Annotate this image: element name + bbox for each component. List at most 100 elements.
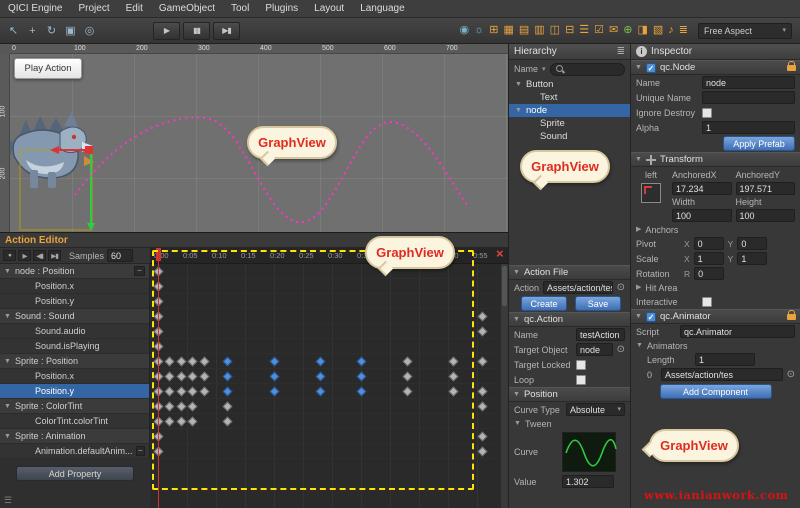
- lock-icon[interactable]: [787, 65, 796, 71]
- menu-item-tool[interactable]: Tool: [231, 3, 249, 14]
- timeline[interactable]: 0:000:050:100:150:200:250:300:350:400:45…: [150, 248, 508, 508]
- anchored-y-input[interactable]: 197.571: [736, 182, 796, 195]
- alpha-input[interactable]: 1: [702, 121, 795, 134]
- expand-icon[interactable]: ▶: [636, 284, 641, 291]
- close-icon[interactable]: ×: [496, 246, 504, 261]
- pause-button[interactable]: ▮▮: [183, 22, 210, 40]
- ignore-destroy-checkbox[interactable]: [702, 108, 712, 118]
- samples-input[interactable]: 60: [107, 249, 133, 262]
- component-enabled-checkbox[interactable]: ✓: [646, 63, 656, 73]
- object-picker-icon[interactable]: ⊙: [787, 369, 795, 380]
- menu-item-gameobject[interactable]: GameObject: [159, 3, 215, 14]
- track-row-2[interactable]: Position.y: [0, 294, 149, 309]
- collapse-icon[interactable]: ▼: [513, 391, 520, 398]
- play-action-button[interactable]: Play Action: [14, 58, 82, 79]
- track-row-10[interactable]: ColorTint.colorTint: [0, 414, 149, 429]
- collapse-icon[interactable]: ▼: [514, 420, 521, 427]
- playhead[interactable]: [158, 248, 159, 508]
- apply-prefab-button[interactable]: Apply Prefab: [723, 136, 795, 151]
- tween-curve-preview[interactable]: [562, 432, 616, 472]
- unique-name-input[interactable]: [702, 91, 795, 104]
- position-section-header[interactable]: ▼ Position: [509, 387, 630, 402]
- aspect-ratio-dropdown[interactable]: Free Aspect ▾: [698, 23, 792, 39]
- pattern-icon[interactable]: ▧: [653, 25, 663, 36]
- light-icon[interactable]: ☼: [474, 25, 484, 36]
- scale-x-input[interactable]: 1: [694, 252, 724, 265]
- track-row-9[interactable]: ▼Sprite : ColorTint: [0, 399, 149, 414]
- track-row-5[interactable]: Sound.isPlaying: [0, 339, 149, 354]
- qc-animator-section-header[interactable]: ▼ ✓ qc.Animator: [631, 309, 800, 324]
- hierarchy-item-sprite[interactable]: Sprite: [509, 117, 630, 130]
- qc-node-section-header[interactable]: ▼ ✓ qc.Node: [631, 60, 800, 75]
- timeline-row[interactable]: [150, 414, 508, 429]
- next-key-button[interactable]: ▶▮: [48, 250, 61, 261]
- scale-tool-icon[interactable]: ▣: [61, 22, 80, 40]
- add-icon[interactable]: ⊕: [623, 25, 632, 36]
- columns-icon[interactable]: ▥: [534, 25, 544, 36]
- curve-type-dropdown[interactable]: Absolute ▾: [566, 403, 625, 416]
- timeline-row[interactable]: [150, 279, 508, 294]
- collapse-icon[interactable]: ▼: [513, 316, 520, 323]
- height-input[interactable]: 100: [736, 209, 796, 222]
- timeline-row[interactable]: [150, 264, 508, 279]
- collapse-icon[interactable]: ⊟: [565, 25, 574, 36]
- step-button[interactable]: ▶▮: [213, 22, 240, 40]
- pivot-tool-icon[interactable]: ◎: [80, 22, 99, 40]
- expand-icon[interactable]: ▼: [4, 433, 12, 440]
- menu-item-plugins[interactable]: Plugins: [265, 3, 298, 14]
- object-picker-icon[interactable]: ⊙: [617, 344, 625, 355]
- track-row-4[interactable]: Sound.audio: [0, 324, 149, 339]
- timeline-scrollbar[interactable]: [500, 264, 508, 508]
- add-component-button[interactable]: Add Component: [660, 384, 772, 399]
- track-row-7[interactable]: Position.x: [0, 369, 149, 384]
- list-icon[interactable]: ☰: [579, 25, 589, 36]
- target-object-field[interactable]: node: [576, 343, 613, 356]
- timeline-row[interactable]: [150, 339, 508, 354]
- expand-icon[interactable]: ▼: [4, 313, 12, 320]
- timeline-row[interactable]: [150, 399, 508, 414]
- rotate-tool-icon[interactable]: ↻: [42, 22, 61, 40]
- menu-icon[interactable]: ≣: [679, 25, 688, 36]
- action-file-header[interactable]: ▼ Action File: [509, 265, 630, 280]
- script-field[interactable]: qc.Animator: [680, 325, 795, 338]
- hierarchy-item-button[interactable]: ▼Button: [509, 78, 630, 91]
- list-options-icon[interactable]: ≣: [617, 46, 625, 57]
- expand-icon[interactable]: ▼: [515, 107, 523, 114]
- rows-icon[interactable]: ▤: [519, 25, 529, 36]
- expand-icon[interactable]: ▼: [4, 268, 12, 275]
- anchor-preset-box[interactable]: [641, 183, 661, 203]
- timeline-row[interactable]: [150, 444, 508, 459]
- animator-asset-field[interactable]: Assets/action/tes: [661, 368, 783, 381]
- hierarchy-item-text[interactable]: Text: [509, 91, 630, 104]
- timeline-row[interactable]: [150, 429, 508, 444]
- panel-right-icon[interactable]: ◨: [637, 25, 647, 36]
- prev-key-button[interactable]: ◀▮: [33, 250, 46, 261]
- expand-icon[interactable]: ▼: [515, 81, 523, 88]
- track-row-12[interactable]: Animation.defaultAnim...−: [0, 444, 149, 459]
- track-row-8[interactable]: Position.y: [0, 384, 149, 399]
- menu-item-project[interactable]: Project: [78, 3, 109, 14]
- sound-icon[interactable]: ♪: [668, 25, 674, 36]
- track-row-6[interactable]: ▼Sprite : Position: [0, 354, 149, 369]
- menu-item-qici-engine[interactable]: QICI Engine: [8, 3, 62, 14]
- expand-icon[interactable]: ▼: [4, 358, 12, 365]
- create-button[interactable]: Create: [521, 296, 567, 311]
- menu-item-edit[interactable]: Edit: [126, 3, 143, 14]
- track-row-0[interactable]: ▼node : Position−: [0, 264, 149, 279]
- move-tool-icon[interactable]: +: [23, 22, 42, 40]
- play-button[interactable]: ▶: [18, 250, 31, 261]
- action-name-input[interactable]: testAction: [576, 328, 625, 341]
- anchored-x-input[interactable]: 17.234: [672, 182, 732, 195]
- timeline-row[interactable]: [150, 324, 508, 339]
- add-property-button[interactable]: Add Property: [16, 466, 134, 481]
- expand-icon[interactable]: ▶: [636, 226, 641, 233]
- save-button[interactable]: Save: [575, 296, 621, 311]
- collapse-icon[interactable]: ▼: [635, 156, 642, 163]
- track-row-1[interactable]: Position.x: [0, 279, 149, 294]
- grid-icon[interactable]: ⊞: [489, 25, 498, 36]
- lock-icon[interactable]: [787, 314, 796, 320]
- transform-section-header[interactable]: ▼ Transform: [631, 152, 800, 167]
- collapse-icon[interactable]: ▼: [513, 269, 520, 276]
- mail-icon[interactable]: ✉: [609, 25, 618, 36]
- table-icon[interactable]: ▦: [503, 25, 513, 36]
